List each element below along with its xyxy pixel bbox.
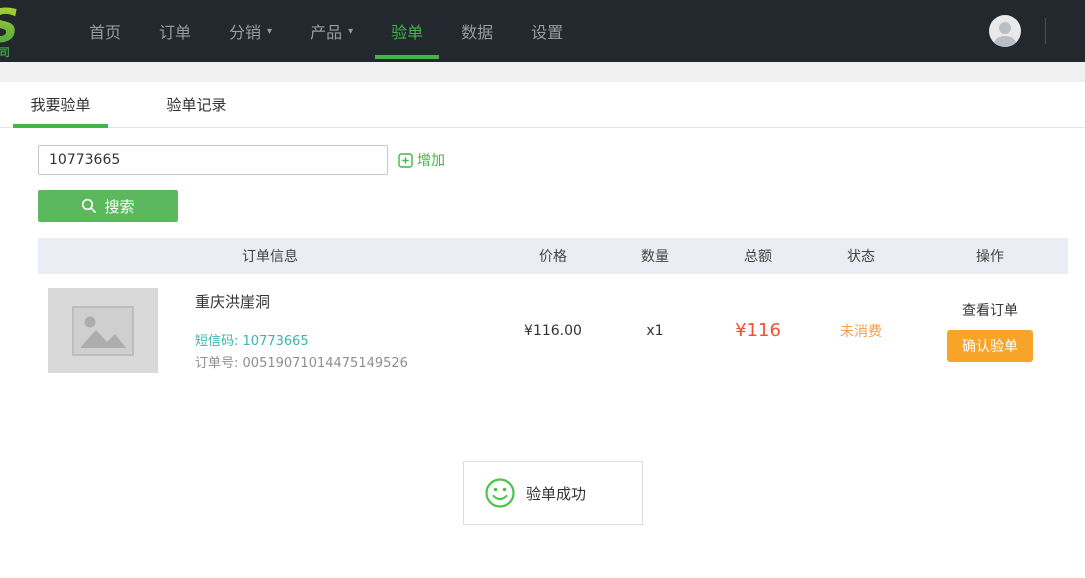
logo-icon: S 公司 (0, 2, 70, 60)
table-header: 订单信息 价格 数量 总额 状态 操作 (38, 238, 1068, 274)
quantity-cell: x1 (604, 323, 706, 339)
header-price: 价格 (502, 246, 604, 266)
main-nav: 首页 订单 分销 ▾ 产品 ▾ 验单 数据 设置 (70, 0, 582, 62)
nav-item-verify[interactable]: 验单 (372, 0, 442, 62)
plus-square-icon (398, 153, 413, 168)
order-info-text: 重庆洪崖洞 短信码: 10773665 订单号: 005190710144751… (195, 288, 408, 373)
view-order-link[interactable]: 查看订单 (962, 300, 1018, 320)
nav-divider (1045, 18, 1046, 44)
tab-i-want-verify[interactable]: 我要验单 (13, 82, 108, 127)
header-strip (0, 62, 1085, 82)
success-message: 验单成功 (526, 483, 586, 504)
header-quantity: 数量 (604, 246, 706, 266)
action-cell: 查看订单 确认验单 (912, 300, 1068, 362)
add-code-link[interactable]: 增加 (398, 150, 445, 170)
smiley-icon (484, 477, 516, 509)
price-cell: ¥116.00 (502, 323, 604, 339)
main-content: 增加 搜索 订单信息 价格 数量 总额 状态 操作 (0, 128, 1085, 525)
total-cell: ¥116 (706, 320, 810, 341)
order-info-cell: 重庆洪崖洞 短信码: 10773665 订单号: 005190710144751… (38, 288, 502, 373)
tab-verify-records[interactable]: 验单记录 (149, 82, 244, 127)
order-table: 订单信息 价格 数量 总额 状态 操作 重庆洪崖洞 短信码: (38, 238, 1068, 373)
nav-item-settings[interactable]: 设置 (512, 0, 582, 62)
header-action: 操作 (912, 246, 1068, 266)
header-status: 状态 (810, 246, 912, 266)
top-navbar: S 公司 首页 订单 分销 ▾ 产品 ▾ 验单 数据 设置 (0, 0, 1085, 62)
header-total: 总额 (706, 246, 810, 266)
sms-code-input[interactable] (38, 145, 388, 175)
nav-item-products[interactable]: 产品 ▾ (291, 0, 372, 62)
table-row: 重庆洪崖洞 短信码: 10773665 订单号: 005190710144751… (38, 288, 1068, 373)
chevron-down-icon: ▾ (348, 26, 353, 37)
confirm-verify-button[interactable]: 确认验单 (947, 330, 1033, 362)
sms-code-line: 短信码: 10773665 (195, 330, 408, 349)
status-badge: 未消费 (810, 321, 912, 341)
sms-code-value: 10773665 (243, 334, 309, 349)
svg-text:公司: 公司 (0, 46, 10, 59)
product-name: 重庆洪崖洞 (195, 291, 408, 312)
nav-item-distribution[interactable]: 分销 ▾ (210, 0, 291, 62)
image-placeholder-icon (72, 306, 134, 356)
search-button[interactable]: 搜索 (38, 190, 178, 222)
search-icon (81, 198, 97, 214)
header-order-info: 订单信息 (38, 246, 502, 266)
order-no-line: 订单号: 00519071014475149526 (195, 352, 408, 373)
verify-success-box: 验单成功 (463, 461, 643, 525)
sms-code-label: 短信码: (195, 334, 238, 349)
chevron-down-icon: ▾ (267, 26, 272, 37)
navbar-right (989, 0, 1085, 62)
order-no-value: 00519071014475149526 (243, 356, 408, 371)
nav-item-orders[interactable]: 订单 (140, 0, 210, 62)
company-logo[interactable]: S 公司 (0, 0, 70, 62)
product-thumbnail (48, 288, 158, 373)
nav-item-data[interactable]: 数据 (442, 0, 512, 62)
user-avatar[interactable] (989, 15, 1021, 47)
verify-tabbar: 我要验单 验单记录 (0, 82, 1085, 128)
nav-item-home[interactable]: 首页 (70, 0, 140, 62)
order-no-label: 订单号: (195, 356, 238, 371)
search-row: 增加 (38, 145, 1085, 175)
person-icon (989, 17, 1021, 47)
